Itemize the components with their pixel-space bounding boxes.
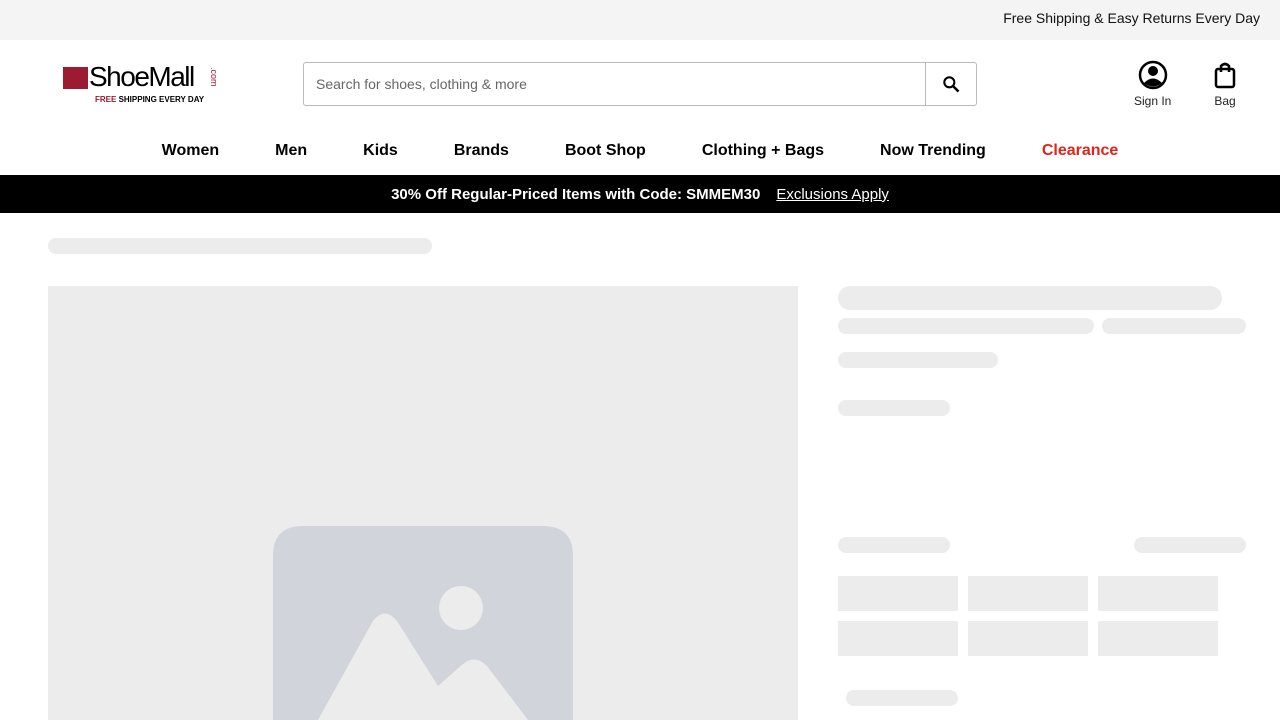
size-option-skeleton xyxy=(968,576,1088,611)
search-button[interactable] xyxy=(925,63,976,105)
skeleton-line xyxy=(838,318,1094,334)
logo-suffix: .com xyxy=(209,67,219,87)
sign-in-button[interactable]: Sign In xyxy=(1134,60,1171,108)
size-label-skeleton xyxy=(838,537,950,553)
nav-kids[interactable]: Kids xyxy=(363,142,398,160)
search-bar xyxy=(303,62,977,106)
image-placeholder-icon xyxy=(273,526,573,720)
nav-brands[interactable]: Brands xyxy=(454,142,509,160)
size-option-skeleton xyxy=(968,621,1088,656)
shipping-message: Free Shipping & Easy Returns Every Day xyxy=(1003,10,1260,26)
logo-name: ShoeMall xyxy=(89,61,195,92)
size-option-skeleton xyxy=(838,621,958,656)
size-option-skeleton xyxy=(1098,576,1218,611)
title-skeleton xyxy=(838,286,1222,310)
exclusions-link[interactable]: Exclusions Apply xyxy=(776,186,889,203)
nav-clothing-bags[interactable]: Clothing + Bags xyxy=(702,142,824,160)
product-image-placeholder xyxy=(48,286,798,720)
sign-in-label: Sign In xyxy=(1134,94,1172,108)
nav-clearance[interactable]: Clearance xyxy=(1042,142,1119,160)
account-icon xyxy=(1138,60,1167,90)
nav-boot-shop[interactable]: Boot Shop xyxy=(565,142,646,160)
nav-men[interactable]: Men xyxy=(275,142,307,160)
main-nav: Women Men Kids Brands Boot Shop Clothing… xyxy=(0,142,1280,160)
breadcrumb-skeleton xyxy=(48,238,432,254)
size-chart-skeleton xyxy=(1134,537,1246,553)
skeleton-line xyxy=(846,690,958,706)
logo-tagline: FREE SHIPPING EVERY DAY xyxy=(95,95,205,104)
promo-banner: 30% Off Regular-Priced Items with Code: … xyxy=(0,175,1280,213)
bag-label: Bag xyxy=(1214,94,1236,108)
price-skeleton xyxy=(838,400,950,416)
promo-text: 30% Off Regular-Priced Items with Code: … xyxy=(391,185,761,203)
size-option-skeleton xyxy=(1098,621,1218,656)
size-option-skeleton xyxy=(838,576,958,611)
top-announcement-bar: Free Shipping & Easy Returns Every Day xyxy=(0,0,1280,40)
logo-shoe-icon xyxy=(63,67,88,89)
nav-now-trending[interactable]: Now Trending xyxy=(880,142,986,160)
skeleton-line xyxy=(838,352,998,368)
bag-icon xyxy=(1214,62,1236,89)
search-icon xyxy=(943,76,960,93)
skeleton-line xyxy=(1102,318,1246,334)
bag-button[interactable]: Bag xyxy=(1210,60,1240,108)
search-input[interactable] xyxy=(304,63,925,105)
nav-women[interactable]: Women xyxy=(162,142,219,160)
